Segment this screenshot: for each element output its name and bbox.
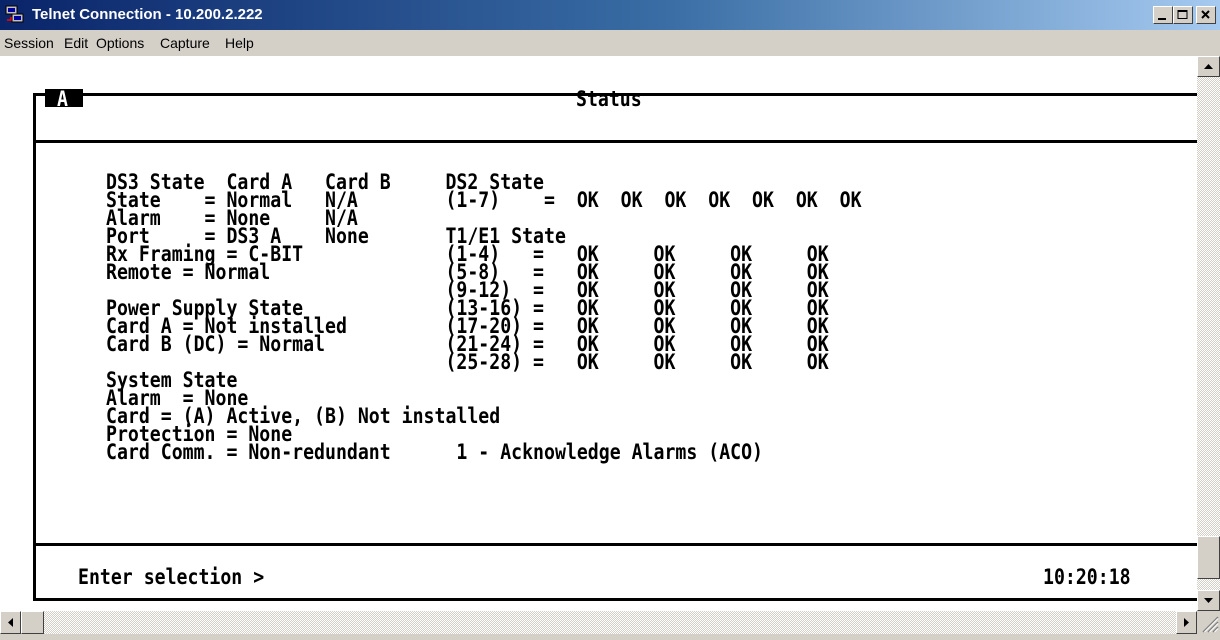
menu-bar: Session Edit Options Capture Help — [0, 30, 1220, 56]
card-tab-label: A — [57, 87, 68, 112]
resize-grip-icon — [1202, 616, 1219, 633]
left-border — [33, 93, 36, 601]
scroll-down-button[interactable] — [1197, 590, 1220, 611]
maximize-icon — [1177, 10, 1188, 19]
menu-help[interactable]: Help — [225, 35, 254, 51]
clock-display: 10:20:18 — [1043, 565, 1131, 590]
minimize-icon — [1158, 18, 1166, 20]
resize-grip[interactable] — [1197, 611, 1220, 634]
menu-session[interactable]: Session — [4, 35, 54, 51]
arrow-down-icon — [1204, 598, 1213, 603]
arrow-right-icon — [1184, 618, 1189, 627]
footer-separator — [33, 543, 1197, 546]
menu-options[interactable]: Options — [96, 35, 144, 51]
selection-prompt: Enter selection > — [78, 565, 265, 590]
terminal-line: Card Comm. = Non-redundant 1 - Acknowled… — [106, 440, 763, 465]
title-bar[interactable]: Telnet Connection - 10.200.2.222 — [0, 0, 1220, 30]
client-area: A Status DS3 State Card A Card B DS2 Sta… — [0, 56, 1220, 640]
maximize-button[interactable] — [1173, 6, 1193, 24]
telnet-app-icon — [5, 5, 24, 23]
screen-header: Status — [576, 87, 642, 112]
minimize-button[interactable] — [1153, 6, 1173, 24]
scroll-thumb[interactable] — [1197, 536, 1220, 579]
window-title: Telnet Connection - 10.200.2.222 — [32, 6, 263, 23]
horizontal-scroll-thumb[interactable] — [21, 611, 44, 634]
terminal-screen[interactable]: A Status DS3 State Card A Card B DS2 Sta… — [0, 56, 1197, 611]
scroll-left-button[interactable] — [0, 611, 21, 634]
scroll-up-button[interactable] — [1197, 56, 1220, 77]
horizontal-scrollbar[interactable] — [0, 611, 1197, 634]
close-button[interactable] — [1196, 6, 1216, 24]
close-icon — [1201, 10, 1210, 19]
scroll-right-button[interactable] — [1176, 611, 1197, 634]
header-separator — [33, 140, 1197, 143]
menu-edit[interactable]: Edit — [64, 35, 88, 51]
arrow-left-icon — [8, 618, 13, 627]
vertical-scrollbar[interactable] — [1197, 56, 1220, 611]
arrow-up-icon — [1204, 64, 1213, 69]
bottom-border — [33, 598, 1197, 601]
menu-capture[interactable]: Capture — [160, 35, 210, 51]
